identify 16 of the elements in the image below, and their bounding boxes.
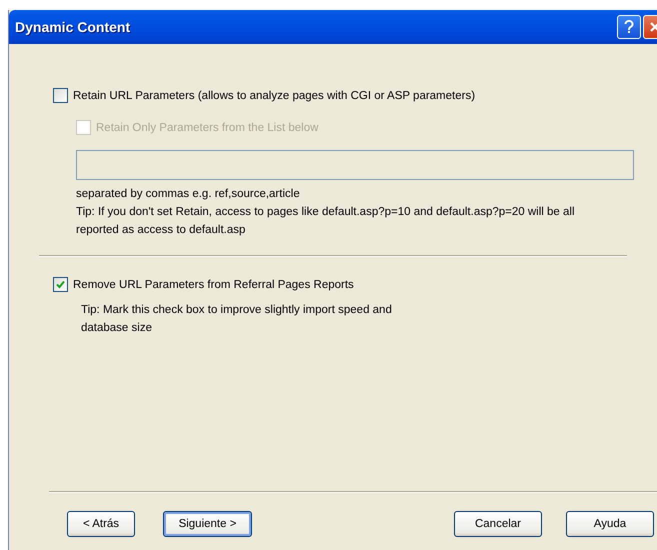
question-icon	[624, 20, 634, 34]
checkbox-label[interactable]: Retain URL Parameters (allows to analyze pages with CGI or ASP parameters)	[73, 90, 476, 102]
window-title: Dynamic Content	[15, 19, 132, 35]
tip-text: Tip: If you don't set Retain, access to pages like default.asp?p=10 and default.asp?p=20 will be all reported as access to default.asp	[76, 205, 576, 238]
checkmark-icon	[56, 280, 65, 289]
dialog-button[interactable]: < Atrás	[67, 511, 135, 537]
checkbox-label[interactable]: Remove URL Parameters from Referral Pages Reports	[73, 278, 354, 290]
checkbox[interactable]	[53, 277, 68, 292]
hint-text: separated by commas e.g. ref,source,article	[76, 187, 301, 202]
dialog-button[interactable]: Cancelar	[454, 511, 542, 537]
parameter-list-field[interactable]	[76, 150, 634, 180]
help-button[interactable]	[617, 15, 641, 39]
checkbox[interactable]	[53, 88, 68, 103]
tip-text: Tip: Mark this check box to improve slightly import speed and database size	[81, 303, 393, 336]
dialog-button[interactable]: Siguiente >	[163, 511, 252, 537]
dialog-button[interactable]: Ayuda	[566, 511, 654, 537]
